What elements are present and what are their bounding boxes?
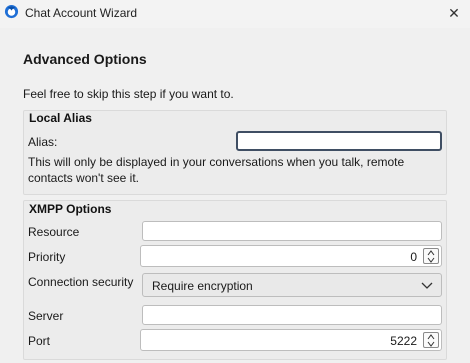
alias-label: Alias: — [28, 135, 58, 149]
chevron-down-icon — [421, 282, 433, 289]
resource-input[interactable] — [142, 221, 442, 241]
priority-stepper[interactable]: 0 — [140, 245, 442, 267]
wizard-page: Advanced Options Feel free to skip this … — [0, 28, 470, 363]
resource-label: Resource — [28, 225, 80, 239]
priority-spin-buttons[interactable] — [423, 248, 439, 264]
alias-note-line2: contacts won't see it. — [28, 171, 140, 185]
connection-security-value: Require encryption — [152, 279, 253, 293]
title-bar: Chat Account Wizard ✕ — [0, 0, 470, 28]
port-stepper[interactable]: 5222 — [140, 329, 442, 351]
port-label: Port — [28, 334, 51, 348]
page-description: Feel free to skip this step if you want … — [23, 87, 234, 101]
alias-input[interactable] — [236, 131, 442, 151]
xmpp-options-group-title: XMPP Options — [29, 202, 112, 216]
connection-security-select[interactable]: Require encryption — [142, 273, 442, 297]
port-spin-buttons[interactable] — [423, 332, 439, 348]
spin-up-icon[interactable] — [427, 334, 435, 340]
spin-up-icon[interactable] — [427, 250, 435, 256]
local-alias-group-title: Local Alias — [29, 111, 92, 125]
spin-down-icon[interactable] — [427, 257, 435, 263]
spin-down-icon[interactable] — [427, 341, 435, 347]
alias-note: This will only be displayed in your conv… — [28, 154, 404, 186]
connection-security-label: Connection security — [28, 275, 134, 289]
alias-note-line1: This will only be displayed in your conv… — [28, 155, 405, 169]
priority-label: Priority — [28, 250, 66, 264]
window-title: Chat Account Wizard — [25, 6, 138, 20]
server-label: Server — [28, 309, 64, 323]
close-button[interactable]: ✕ — [438, 0, 470, 28]
port-value: 5222 — [390, 334, 417, 348]
thunderbird-app-icon — [4, 4, 19, 19]
priority-value: 0 — [410, 250, 417, 264]
page-title: Advanced Options — [23, 51, 147, 67]
server-input[interactable] — [142, 305, 442, 325]
